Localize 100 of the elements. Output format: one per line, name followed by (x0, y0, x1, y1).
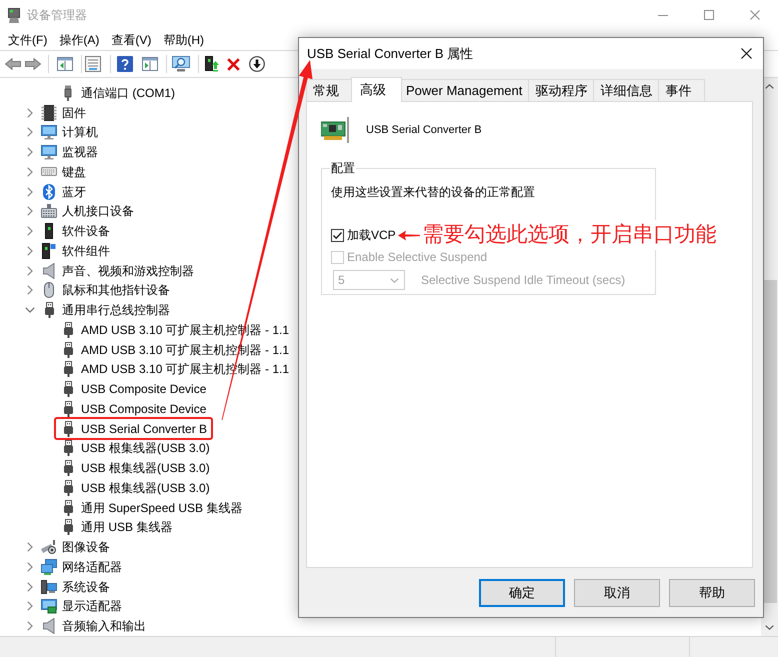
chevron-right-icon[interactable] (27, 226, 33, 236)
dropdown-caption: Selective Suspend Idle Timeout (secs) (421, 272, 626, 288)
tab[interactable]: 高级 (351, 77, 402, 102)
network-icon (41, 558, 57, 575)
tree-item[interactable]: USB 根集线器(USB 3.0) (60, 480, 210, 496)
usb-plug-icon (64, 500, 72, 516)
maximize-icon[interactable] (704, 10, 714, 20)
checkbox-label[interactable]: 加载VCP (347, 227, 396, 243)
dialog-button[interactable]: 取消 (574, 579, 660, 607)
display-adapter-icon (41, 598, 57, 614)
forward-arrow-icon[interactable] (25, 58, 41, 70)
annotation-arrow (398, 230, 420, 240)
chevron-right-icon[interactable] (27, 206, 33, 216)
tree-item[interactable]: 通用 SuperSpeed USB 集线器 (60, 500, 242, 516)
monitor-search-icon[interactable] (172, 56, 190, 72)
tree-item[interactable]: 软件组件 (41, 242, 110, 259)
tree-item[interactable]: 键盘 (41, 164, 86, 180)
tree-item[interactable]: USB Serial Converter B (60, 420, 208, 437)
tree-item[interactable]: 图像设备 (41, 539, 110, 556)
tree-item[interactable]: 通用串行总线控制器 (41, 302, 170, 318)
group-description: 使用这些设置来代替的设备的正常配置 (331, 184, 536, 200)
tree-item[interactable]: USB 根集线器(USB 3.0) (60, 460, 210, 476)
window-icon[interactable] (57, 57, 73, 71)
chevron-down-icon[interactable] (25, 307, 35, 314)
checkbox[interactable] (331, 228, 344, 242)
chevron-right-icon[interactable] (27, 266, 33, 276)
scroll-up-icon[interactable] (765, 84, 774, 89)
tree-item[interactable]: 系统设备 (41, 578, 110, 595)
down-arrow-circle-icon[interactable] (249, 56, 265, 72)
menu-item[interactable]: 查看(V) (105, 32, 158, 48)
menu-item[interactable]: 操作(A) (53, 32, 106, 48)
dialog-button[interactable]: 确定 (479, 579, 565, 607)
tree-item[interactable]: 网络适配器 (41, 558, 122, 575)
chevron-right-icon[interactable] (27, 562, 33, 572)
tree-item[interactable]: 通信端口 (COM1) (60, 84, 175, 101)
monitor-icon (41, 124, 57, 140)
chevron-right-icon[interactable] (27, 186, 33, 197)
device-name: USB Serial Converter B (366, 123, 482, 137)
usb-plug-icon (64, 420, 72, 437)
tree-item[interactable]: 显示适配器 (41, 598, 122, 614)
device-up-arrow-icon[interactable] (205, 56, 219, 72)
menu-item[interactable]: 帮助(H) (157, 32, 210, 48)
tree-item[interactable]: 监视器 (41, 144, 98, 160)
chevron-right-icon[interactable] (27, 285, 33, 296)
usb-plug-icon (64, 381, 72, 398)
close-icon[interactable] (741, 48, 752, 59)
chevron-right-icon[interactable] (27, 108, 33, 118)
usb-plug-icon (64, 322, 72, 338)
chevron-right-icon[interactable] (27, 246, 33, 256)
chevron-right-icon[interactable] (27, 147, 33, 158)
keypad-icon (41, 204, 57, 218)
usb-plug-icon (64, 480, 72, 496)
circuit-board-icon (321, 117, 350, 143)
chevron-right-icon[interactable] (27, 542, 33, 552)
bluetooth-icon (43, 184, 55, 200)
tower-icon (45, 223, 53, 240)
tree-item[interactable]: 蓝牙 (41, 184, 86, 200)
usb-plug-icon (64, 400, 72, 417)
chevron-right-icon[interactable] (27, 582, 33, 592)
usb-plug-icon (64, 440, 72, 456)
tab[interactable]: 常规 (306, 79, 353, 101)
tree-item[interactable]: 人机接口设备 (41, 203, 134, 220)
monitor-icon (41, 144, 57, 160)
document-icon[interactable] (85, 56, 101, 72)
usb-plug-icon (64, 342, 72, 358)
camera-icon (41, 540, 57, 554)
chevron-right-icon[interactable] (27, 166, 33, 177)
dialog-title: USB Serial Converter B 属性 (307, 46, 474, 62)
chevron-right-icon[interactable] (27, 621, 33, 632)
window-icon[interactable] (142, 57, 158, 71)
tree-item[interactable]: 声音、视频和游戏控制器 (41, 262, 194, 279)
tab[interactable]: Power Management (399, 79, 530, 101)
annotation-text: 需要勾选此选项，开启串口功能 (422, 220, 717, 250)
help-icon[interactable] (117, 56, 133, 72)
usb-plug-icon (64, 460, 72, 476)
tree-item[interactable]: USB Composite Device (60, 381, 206, 398)
menu-item[interactable]: 文件(F) (2, 32, 54, 48)
tab[interactable]: 事件 (658, 79, 706, 101)
tree-item[interactable]: 鼠标和其他指针设备 (41, 282, 170, 298)
scroll-down-icon[interactable] (765, 625, 774, 630)
tree-item[interactable]: USB Composite Device (60, 400, 206, 417)
tree-item[interactable]: USB 根集线器(USB 3.0) (60, 440, 210, 456)
group-title: 配置 (330, 160, 356, 176)
tree-item[interactable]: 计算机 (41, 124, 98, 140)
usb-plug-icon (64, 361, 72, 378)
tree-item[interactable]: 固件 (41, 104, 86, 121)
chevron-right-icon[interactable] (27, 601, 33, 612)
tree-item[interactable]: 通用 USB 集线器 (60, 519, 172, 536)
caret-icon (390, 278, 399, 282)
chevron-right-icon[interactable] (27, 127, 33, 138)
minimize-icon[interactable] (658, 14, 668, 16)
x-icon[interactable] (227, 58, 240, 70)
desktop-computer-icon (41, 580, 57, 594)
back-arrow-icon[interactable] (5, 58, 21, 70)
mouse-icon (44, 282, 54, 298)
tree-item[interactable]: 音频输入和输出 (41, 618, 146, 634)
speaker-icon (43, 618, 55, 634)
dialog-button[interactable]: 帮助 (669, 579, 755, 607)
tree-item[interactable]: 软件设备 (41, 223, 110, 240)
chip-icon (41, 104, 57, 121)
